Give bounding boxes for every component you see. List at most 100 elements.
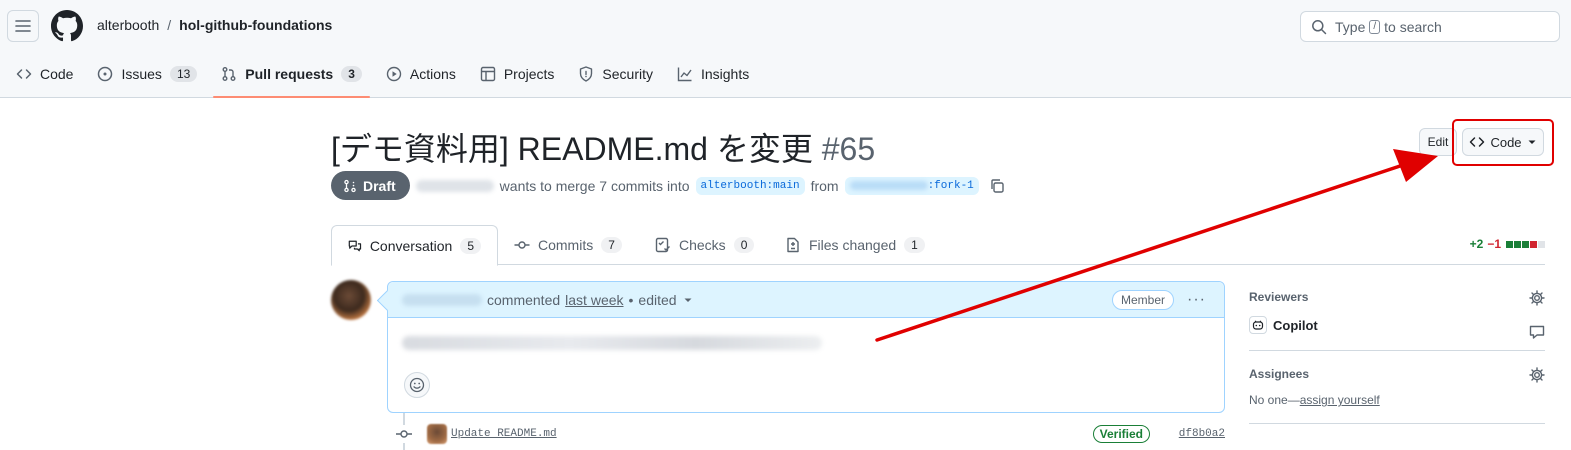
page-title: [デモ資料用] README.md を変更 #65	[331, 124, 875, 170]
tab-commits[interactable]: Commits 7	[498, 225, 638, 265]
table-icon	[480, 66, 496, 82]
comment-icon[interactable]	[1529, 324, 1545, 340]
reviewers-section: Reviewers Copilot	[1249, 290, 1545, 351]
diffstat-additions: +2	[1469, 237, 1484, 251]
merge-text: wants to merge 7 commits into	[499, 177, 690, 194]
nav-security-label: Security	[602, 66, 653, 82]
tab-files-changed[interactable]: Files changed 1	[769, 225, 941, 265]
author-name-blurred[interactable]	[415, 179, 494, 192]
tab-commits-label: Commits	[538, 237, 594, 253]
member-badge: Member	[1111, 290, 1174, 310]
pr-meta: Draft wants to merge 7 commits into alte…	[331, 171, 1005, 200]
search-shortcut-key: /	[1369, 19, 1381, 34]
status-badge-label: Draft	[363, 177, 396, 194]
tab-conversation[interactable]: Conversation 5	[331, 225, 498, 266]
play-icon	[386, 66, 402, 82]
comment-action: commented	[487, 291, 561, 308]
tab-checks-count: 0	[733, 237, 755, 253]
code-icon	[16, 69, 32, 79]
comment-body-blurred	[402, 336, 822, 350]
comment-edited-button[interactable]: edited	[638, 292, 693, 308]
diffstat: +2 −1	[1470, 237, 1545, 251]
comment-options-button[interactable]: ···	[1187, 291, 1206, 309]
comment-dot: •	[628, 291, 634, 308]
assignees-heading: Assignees	[1249, 367, 1310, 381]
nav-issues-count: 13	[169, 66, 198, 82]
nav-pull-requests-label: Pull requests	[245, 66, 334, 82]
search-placeholder-suffix: to search	[1384, 18, 1442, 35]
nav-issues-label: Issues	[121, 66, 162, 82]
comment-author-blurred[interactable]	[402, 293, 482, 306]
commit-author-avatar[interactable]	[427, 424, 447, 444]
gear-icon[interactable]	[1529, 290, 1545, 306]
repo-nav: Code Issues 13 Pull requests 3 Actions P…	[0, 58, 757, 98]
head-branch-suffix: :fork-1	[927, 179, 974, 192]
assignees-empty: No one—assign yourself	[1249, 393, 1545, 407]
avatar[interactable]	[331, 280, 371, 320]
diffstat-blocks	[1505, 237, 1545, 251]
github-logo-icon[interactable]	[51, 10, 83, 42]
assignees-none-text: No one—	[1249, 393, 1300, 407]
git-pull-request-draft-icon	[344, 179, 356, 192]
nav-security[interactable]: Security	[570, 58, 661, 90]
search-placeholder-prefix: Type	[1335, 18, 1366, 35]
comment-body	[388, 318, 1224, 368]
nav-projects[interactable]: Projects	[472, 58, 563, 90]
tab-checks[interactable]: Checks 0	[639, 225, 770, 265]
menu-button[interactable]	[7, 10, 39, 42]
head-branch[interactable]: :fork-1	[844, 176, 979, 195]
git-commit-icon	[514, 241, 530, 249]
tab-commits-count: 7	[601, 237, 622, 253]
triangle-down-icon	[684, 298, 692, 302]
pr-tabs: Conversation 5 Commits 7 Checks 0 Files …	[331, 225, 1545, 266]
tab-files-changed-label: Files changed	[809, 237, 897, 253]
assign-yourself-link[interactable]: assign yourself	[1300, 393, 1380, 407]
status-badge: Draft	[331, 171, 410, 200]
git-commit-icon	[395, 425, 413, 443]
nav-insights-label: Insights	[700, 66, 750, 82]
tab-conversation-count: 5	[460, 237, 481, 254]
nav-actions[interactable]: Actions	[378, 58, 464, 90]
verified-badge[interactable]: Verified	[1092, 425, 1150, 443]
pr-number: #65	[821, 131, 876, 167]
breadcrumb-owner[interactable]: alterbooth	[97, 17, 159, 33]
nav-pull-requests-count: 3	[341, 66, 362, 82]
app-header: alterbooth / hol-github-foundations Type…	[0, 0, 1571, 98]
nav-pull-requests[interactable]: Pull requests 3	[213, 58, 370, 98]
comment-timestamp[interactable]: last week	[565, 292, 623, 308]
from-text: from	[810, 177, 839, 194]
smiley-icon	[409, 377, 425, 393]
comment-edited-label: edited	[638, 291, 677, 308]
nav-insights[interactable]: Insights	[669, 58, 757, 90]
issue-opened-icon	[98, 66, 113, 82]
shield-icon	[580, 66, 593, 82]
copilot-icon	[1249, 316, 1267, 334]
comment-discussion-icon	[348, 240, 362, 251]
search-input[interactable]: Type / to search	[1300, 11, 1560, 42]
annotation-highlight-box	[1452, 119, 1554, 166]
pr-title: [デモ資料用] README.md を変更	[331, 131, 813, 167]
nav-code[interactable]: Code	[8, 58, 81, 90]
add-reaction-button[interactable]	[404, 372, 430, 398]
breadcrumb: alterbooth / hol-github-foundations	[97, 17, 332, 33]
copy-icon[interactable]	[989, 178, 1005, 194]
commit-sha[interactable]: df8b0a2	[1179, 428, 1225, 440]
nav-code-label: Code	[40, 66, 74, 82]
file-diff-icon	[787, 237, 799, 253]
head-branch-owner-blurred	[849, 181, 928, 190]
nav-actions-label: Actions	[409, 66, 456, 82]
diffstat-deletions: −1	[1487, 237, 1501, 251]
search-icon	[1312, 19, 1327, 34]
gear-icon[interactable]	[1529, 367, 1545, 383]
checklist-icon	[655, 237, 670, 253]
base-branch[interactable]: alterbooth:main	[695, 176, 805, 195]
nav-issues[interactable]: Issues 13	[89, 58, 205, 90]
pr-description-comment: commented last week • edited Member ···	[387, 281, 1225, 413]
tab-conversation-label: Conversation	[369, 237, 453, 254]
tab-checks-label: Checks	[679, 237, 726, 253]
breadcrumb-repo[interactable]: hol-github-foundations	[179, 17, 332, 33]
timeline-commit: Update README.md Verified df8b0a2	[395, 423, 1225, 445]
commit-message[interactable]: Update README.md	[451, 428, 557, 440]
nav-projects-label: Projects	[503, 66, 555, 82]
reviewer-item[interactable]: Copilot	[1249, 316, 1545, 334]
